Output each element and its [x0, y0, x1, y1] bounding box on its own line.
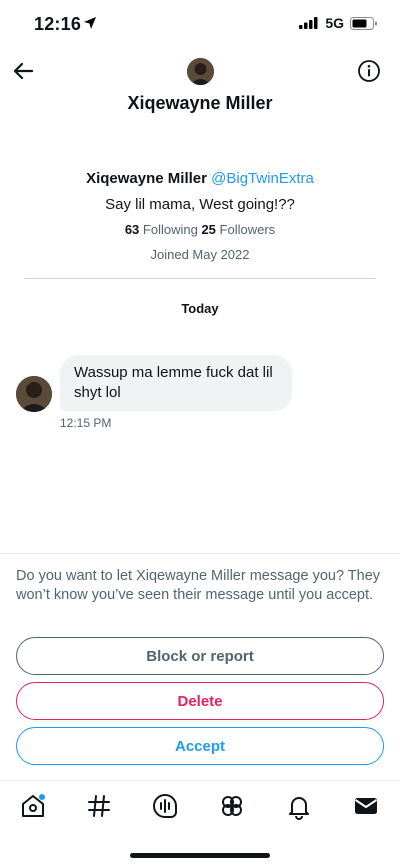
sender-avatar[interactable] [16, 376, 52, 412]
profile-name: Xiqewayne Miller [86, 170, 207, 187]
tab-home[interactable] [17, 790, 49, 822]
followers-label: Followers [219, 222, 276, 237]
home-icon [22, 794, 45, 817]
followers-stat[interactable]: 25 Followers [201, 222, 275, 237]
status-indicators: 5G [299, 15, 378, 31]
date-separator: Today [181, 301, 219, 316]
profile-handle: @BigTwinExtra [211, 170, 314, 187]
header-avatar[interactable] [187, 58, 214, 85]
spaces-icon [153, 794, 177, 818]
battery-icon [350, 16, 377, 30]
following-count: 63 [124, 222, 140, 237]
back-button[interactable] [8, 56, 38, 86]
status-time: 12:16 [34, 14, 82, 34]
message-bubble[interactable]: Wassup ma lemme fuck dat lil shyt lol [60, 355, 292, 411]
divider [24, 278, 376, 279]
communities-icon [222, 796, 242, 816]
panel-divider [0, 553, 400, 554]
network-label: 5G [325, 15, 344, 31]
location-arrow-icon [83, 16, 97, 35]
conversation-info-button[interactable] [356, 58, 382, 84]
info-icon [358, 60, 380, 82]
tabbar-divider [0, 780, 400, 781]
message-request-prompt: Do you want to let Xiqewayne Miller mess… [16, 568, 381, 603]
tab-spaces[interactable] [149, 790, 181, 822]
home-indicator[interactable] [130, 853, 270, 858]
profile-joined: Joined May 2022 [150, 247, 250, 262]
tab-communities[interactable] [216, 790, 248, 822]
explore-hashtag-icon [88, 795, 110, 817]
arrow-left-icon [13, 62, 34, 80]
header-title: Xiqewayne Miller [127, 93, 273, 113]
message-time: 12:15 PM [60, 416, 112, 430]
messages-envelope-icon [354, 798, 378, 814]
delete-button[interactable]: Delete [16, 682, 384, 720]
accept-button[interactable]: Accept [16, 727, 384, 765]
tab-messages[interactable] [350, 790, 382, 822]
tab-notifications[interactable] [283, 790, 315, 822]
tab-explore[interactable] [83, 790, 115, 822]
profile-stats: 63 Following 25 Followers [0, 222, 400, 237]
signal-icon [299, 17, 318, 29]
followers-count: 25 [201, 222, 216, 237]
block-or-report-button[interactable]: Block or report [16, 637, 384, 675]
profile-name-row[interactable]: Xiqewayne Miller @BigTwinExtra [0, 170, 400, 187]
profile-bio: Say lil mama, West going!?? [105, 196, 295, 213]
following-label: Following [142, 222, 198, 237]
notifications-bell-icon [289, 797, 309, 820]
following-stat[interactable]: 63 Following [125, 222, 198, 237]
